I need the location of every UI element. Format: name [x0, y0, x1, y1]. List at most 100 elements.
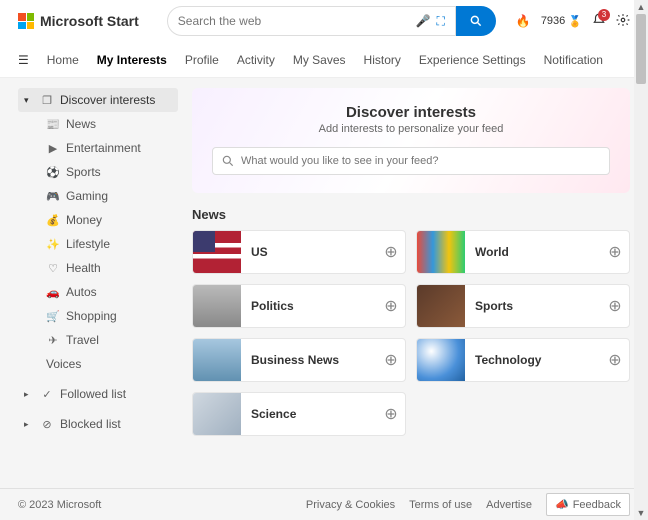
nav-item[interactable]: My Interests	[97, 53, 167, 67]
add-button[interactable]: ⊕	[377, 242, 405, 262]
category-icon: 🎮	[46, 190, 60, 203]
card-label: Science	[241, 407, 377, 421]
footer-link[interactable]: Advertise	[486, 499, 532, 511]
content: ▾ ❐ Discover interests 📰News▶Entertainme…	[0, 78, 648, 488]
card-thumb	[417, 284, 465, 328]
category-icon: 📰	[46, 118, 60, 131]
interest-card[interactable]: Science⊕	[192, 392, 406, 436]
card-label: Technology	[465, 353, 601, 367]
header-right: 🔥 7936 🏅 3	[516, 13, 630, 30]
hero-title: Discover interests	[212, 104, 610, 121]
card-thumb	[417, 230, 465, 274]
scroll-up-icon[interactable]: ▲	[637, 0, 646, 14]
hero-search-input[interactable]	[241, 155, 601, 167]
card-thumb	[193, 338, 241, 382]
scrollbar[interactable]: ▲ ▼	[634, 0, 648, 520]
copyright: © 2023 Microsoft	[18, 499, 101, 511]
search-box[interactable]: 🎤 ⛶	[167, 6, 456, 36]
sidebar-item[interactable]: ⚽Sports	[18, 160, 178, 184]
main: Discover interests Add interests to pers…	[192, 88, 630, 478]
interest-card[interactable]: Sports⊕	[416, 284, 630, 328]
hero-search[interactable]	[212, 147, 610, 175]
interest-card[interactable]: World⊕	[416, 230, 630, 274]
feedback-button[interactable]: 📣 Feedback	[546, 493, 630, 516]
sidebar-item[interactable]: 🎮Gaming	[18, 184, 178, 208]
lens-icon[interactable]: ⛶	[436, 14, 444, 29]
add-button[interactable]: ⊕	[601, 350, 629, 370]
sidebar-item[interactable]: ▶Entertainment	[18, 136, 178, 160]
gear-icon	[616, 13, 630, 27]
hero: Discover interests Add interests to pers…	[192, 88, 630, 193]
nav-item[interactable]: Activity	[237, 53, 275, 67]
nav-item[interactable]: Notification	[544, 53, 603, 67]
notification-badge: 3	[598, 9, 610, 21]
search-icon	[221, 154, 235, 168]
interest-card[interactable]: US⊕	[192, 230, 406, 274]
category-icon: ⚽	[46, 166, 60, 179]
interest-card[interactable]: Business News⊕	[192, 338, 406, 382]
sidebar-item[interactable]: 🚗Autos	[18, 280, 178, 304]
category-icon: ✨	[46, 238, 60, 251]
search-icon	[469, 14, 483, 28]
nav-item[interactable]: Home	[47, 53, 79, 67]
category-icon: ▶	[46, 142, 60, 155]
logo-text: Microsoft Start	[40, 13, 139, 29]
settings-button[interactable]	[616, 13, 630, 30]
footer-link[interactable]: Terms of use	[409, 499, 472, 511]
caret-right-icon: ▸	[24, 419, 34, 430]
sidebar-item[interactable]: ♡Health	[18, 256, 178, 280]
nav-item[interactable]: Experience Settings	[419, 53, 526, 67]
interest-card[interactable]: Politics⊕	[192, 284, 406, 328]
search-button[interactable]	[456, 6, 496, 36]
add-button[interactable]: ⊕	[601, 296, 629, 316]
compass-icon: ❐	[40, 94, 54, 107]
nav-bar: ☰ Home My Interests Profile Activity My Save…	[0, 42, 648, 78]
megaphone-icon: 📣	[555, 498, 569, 511]
sidebar-item[interactable]: 🛒Shopping	[18, 304, 178, 328]
streak-icon[interactable]: 🔥	[516, 14, 531, 28]
logo[interactable]: Microsoft Start	[18, 13, 139, 29]
card-label: Politics	[241, 299, 377, 313]
microsoft-logo-icon	[18, 13, 34, 29]
sidebar-item[interactable]: ✨Lifestyle	[18, 232, 178, 256]
add-button[interactable]: ⊕	[377, 404, 405, 424]
sidebar-followed[interactable]: ▸ ✓ Followed list	[18, 382, 178, 406]
footer: © 2023 Microsoft Privacy & Cookies Terms…	[0, 488, 648, 520]
sidebar-discover[interactable]: ▾ ❐ Discover interests	[18, 88, 178, 112]
mic-icon[interactable]: 🎤	[416, 14, 431, 28]
section-title: News	[192, 207, 630, 222]
interest-card[interactable]: Technology⊕	[416, 338, 630, 382]
footer-link[interactable]: Privacy & Cookies	[306, 499, 395, 511]
hero-subtitle: Add interests to personalize your feed	[212, 123, 610, 135]
nav-item[interactable]: My Saves	[293, 53, 346, 67]
nav-item[interactable]: History	[364, 53, 401, 67]
card-label: Business News	[241, 353, 377, 367]
sidebar-blocked[interactable]: ▸ ⊘ Blocked list	[18, 412, 178, 436]
category-icon: 🛒	[46, 310, 60, 323]
card-label: Sports	[465, 299, 601, 313]
sidebar-item[interactable]: 📰News	[18, 112, 178, 136]
caret-right-icon: ▸	[24, 389, 34, 400]
card-thumb	[193, 284, 241, 328]
card-thumb	[417, 338, 465, 382]
search-input[interactable]	[178, 14, 416, 28]
menu-button[interactable]: ☰	[18, 53, 29, 67]
add-button[interactable]: ⊕	[601, 242, 629, 262]
block-icon: ⊘	[40, 418, 54, 431]
sidebar-voices[interactable]: Voices	[18, 352, 178, 376]
points[interactable]: 7936 🏅	[541, 15, 582, 28]
check-circle-icon: ✓	[40, 388, 54, 401]
cards-grid: US⊕World⊕Politics⊕Sports⊕Business News⊕T…	[192, 230, 630, 436]
add-button[interactable]: ⊕	[377, 350, 405, 370]
card-thumb	[193, 392, 241, 436]
card-label: World	[465, 245, 601, 259]
sidebar-item[interactable]: 💰Money	[18, 208, 178, 232]
sidebar-item[interactable]: ✈Travel	[18, 328, 178, 352]
scroll-down-icon[interactable]: ▼	[637, 506, 646, 520]
category-icon: ✈	[46, 334, 60, 347]
scroll-thumb[interactable]	[636, 14, 646, 84]
notifications-button[interactable]: 3	[592, 13, 606, 30]
add-button[interactable]: ⊕	[377, 296, 405, 316]
category-icon: 💰	[46, 214, 60, 227]
nav-item[interactable]: Profile	[185, 53, 219, 67]
